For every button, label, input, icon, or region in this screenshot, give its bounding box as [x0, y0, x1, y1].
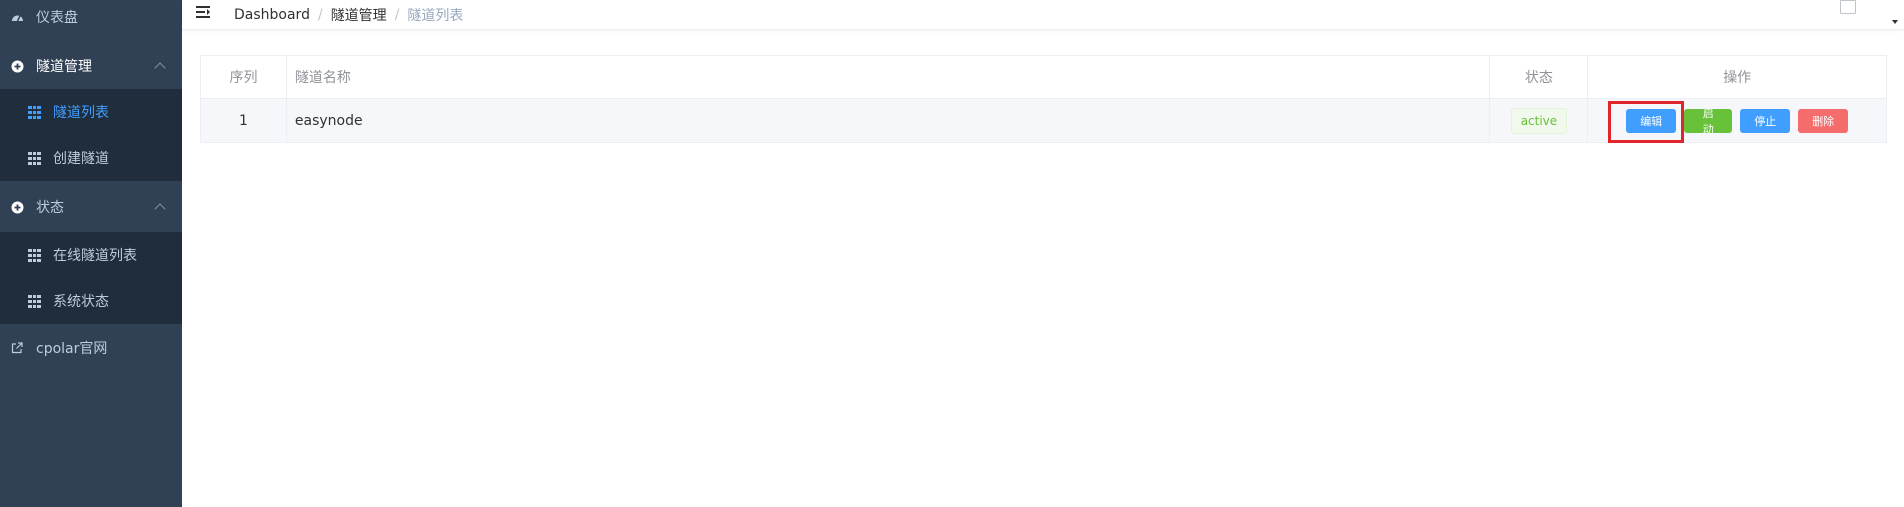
column-header-actions: 操作 [1723, 70, 1752, 86]
table-row: 1 easynode active 编辑 启动 停止 删除 [201, 99, 1886, 142]
breadcrumb-section[interactable]: 隧道管理 [331, 5, 387, 25]
plus-circle-icon [10, 200, 24, 214]
hamburger-menu-icon[interactable] [196, 6, 210, 18]
menu-label-status: 状态 [36, 200, 64, 216]
menu-label-cpolar-site: cpolar官网 [36, 341, 108, 357]
external-link-icon [10, 341, 24, 355]
menu-item-tunnel-management[interactable]: 隧道管理 [0, 43, 182, 89]
menu-item-cpolar-site[interactable]: cpolar官网 [0, 325, 182, 371]
menu-item-status[interactable]: 状态 [0, 184, 182, 230]
sidebar-item-label: 隧道列表 [53, 105, 109, 121]
status-badge: active [1510, 107, 1568, 134]
cell-actions: 编辑 启动 停止 删除 [1588, 99, 1886, 142]
start-button[interactable]: 启动 [1684, 107, 1733, 136]
grid-icon [28, 151, 41, 165]
delete-button[interactable]: 删除 [1798, 108, 1849, 133]
navbar: Dashboard / 隧道管理 / 隧道列表 [182, 0, 1904, 30]
menu-label-dashboard: 仪表盘 [36, 10, 78, 26]
dashboard-icon [10, 10, 24, 24]
menu-item-dashboard[interactable]: 仪表盘 [0, 0, 182, 40]
table-header-row: 序列 隧道名称 状态 操作 [201, 56, 1886, 99]
sidebar-item-system-status[interactable]: 系统状态 [0, 278, 182, 324]
sidebar-item-create-tunnel[interactable]: 创建隧道 [0, 135, 182, 181]
chevron-up-icon [154, 203, 166, 215]
menu-label-tunnel-management: 隧道管理 [36, 59, 92, 75]
cell-index: 1 [201, 99, 287, 142]
sidebar-item-label: 系统状态 [53, 294, 109, 310]
stop-button[interactable]: 停止 [1740, 108, 1791, 133]
breadcrumb-separator: / [394, 7, 400, 23]
cell-status: active [1490, 99, 1589, 142]
grid-icon [28, 294, 41, 308]
breadcrumb-current: 隧道列表 [407, 8, 464, 24]
tunnel-table: 序列 隧道名称 状态 操作 1 easynode active 编辑 启动 停止… [200, 55, 1887, 143]
plus-circle-icon [10, 59, 24, 73]
edit-button[interactable]: 编辑 [1626, 108, 1677, 133]
grid-icon [28, 248, 41, 262]
sidebar-item-online-tunnels[interactable]: 在线隧道列表 [0, 232, 182, 278]
submenu-status: 在线隧道列表 系统状态 [0, 232, 182, 324]
caret-down-icon[interactable] [1892, 20, 1898, 24]
sidebar-item-label: 创建隧道 [53, 151, 109, 167]
cell-tunnel-name: easynode [287, 99, 1491, 142]
sidebar-item-label: 在线隧道列表 [53, 248, 137, 264]
breadcrumb: Dashboard / 隧道管理 / 隧道列表 [234, 5, 463, 25]
breadcrumb-home[interactable]: Dashboard [234, 7, 310, 23]
chevron-up-icon [154, 62, 166, 74]
sidebar-item-tunnel-list[interactable]: 隧道列表 [0, 89, 182, 135]
grid-icon [28, 105, 41, 119]
avatar[interactable] [1840, 0, 1856, 14]
column-header-index: 序列 [201, 56, 287, 98]
sidebar: 仪表盘 隧道管理 隧道列表 创建隧道 状态 在线隧道列表 系统状态 cpolar… [0, 0, 182, 507]
submenu-tunnel-management: 隧道列表 创建隧道 [0, 89, 182, 181]
breadcrumb-separator: / [317, 7, 323, 23]
column-header-status: 状态 [1490, 56, 1589, 98]
column-header-name: 隧道名称 [287, 56, 1491, 98]
